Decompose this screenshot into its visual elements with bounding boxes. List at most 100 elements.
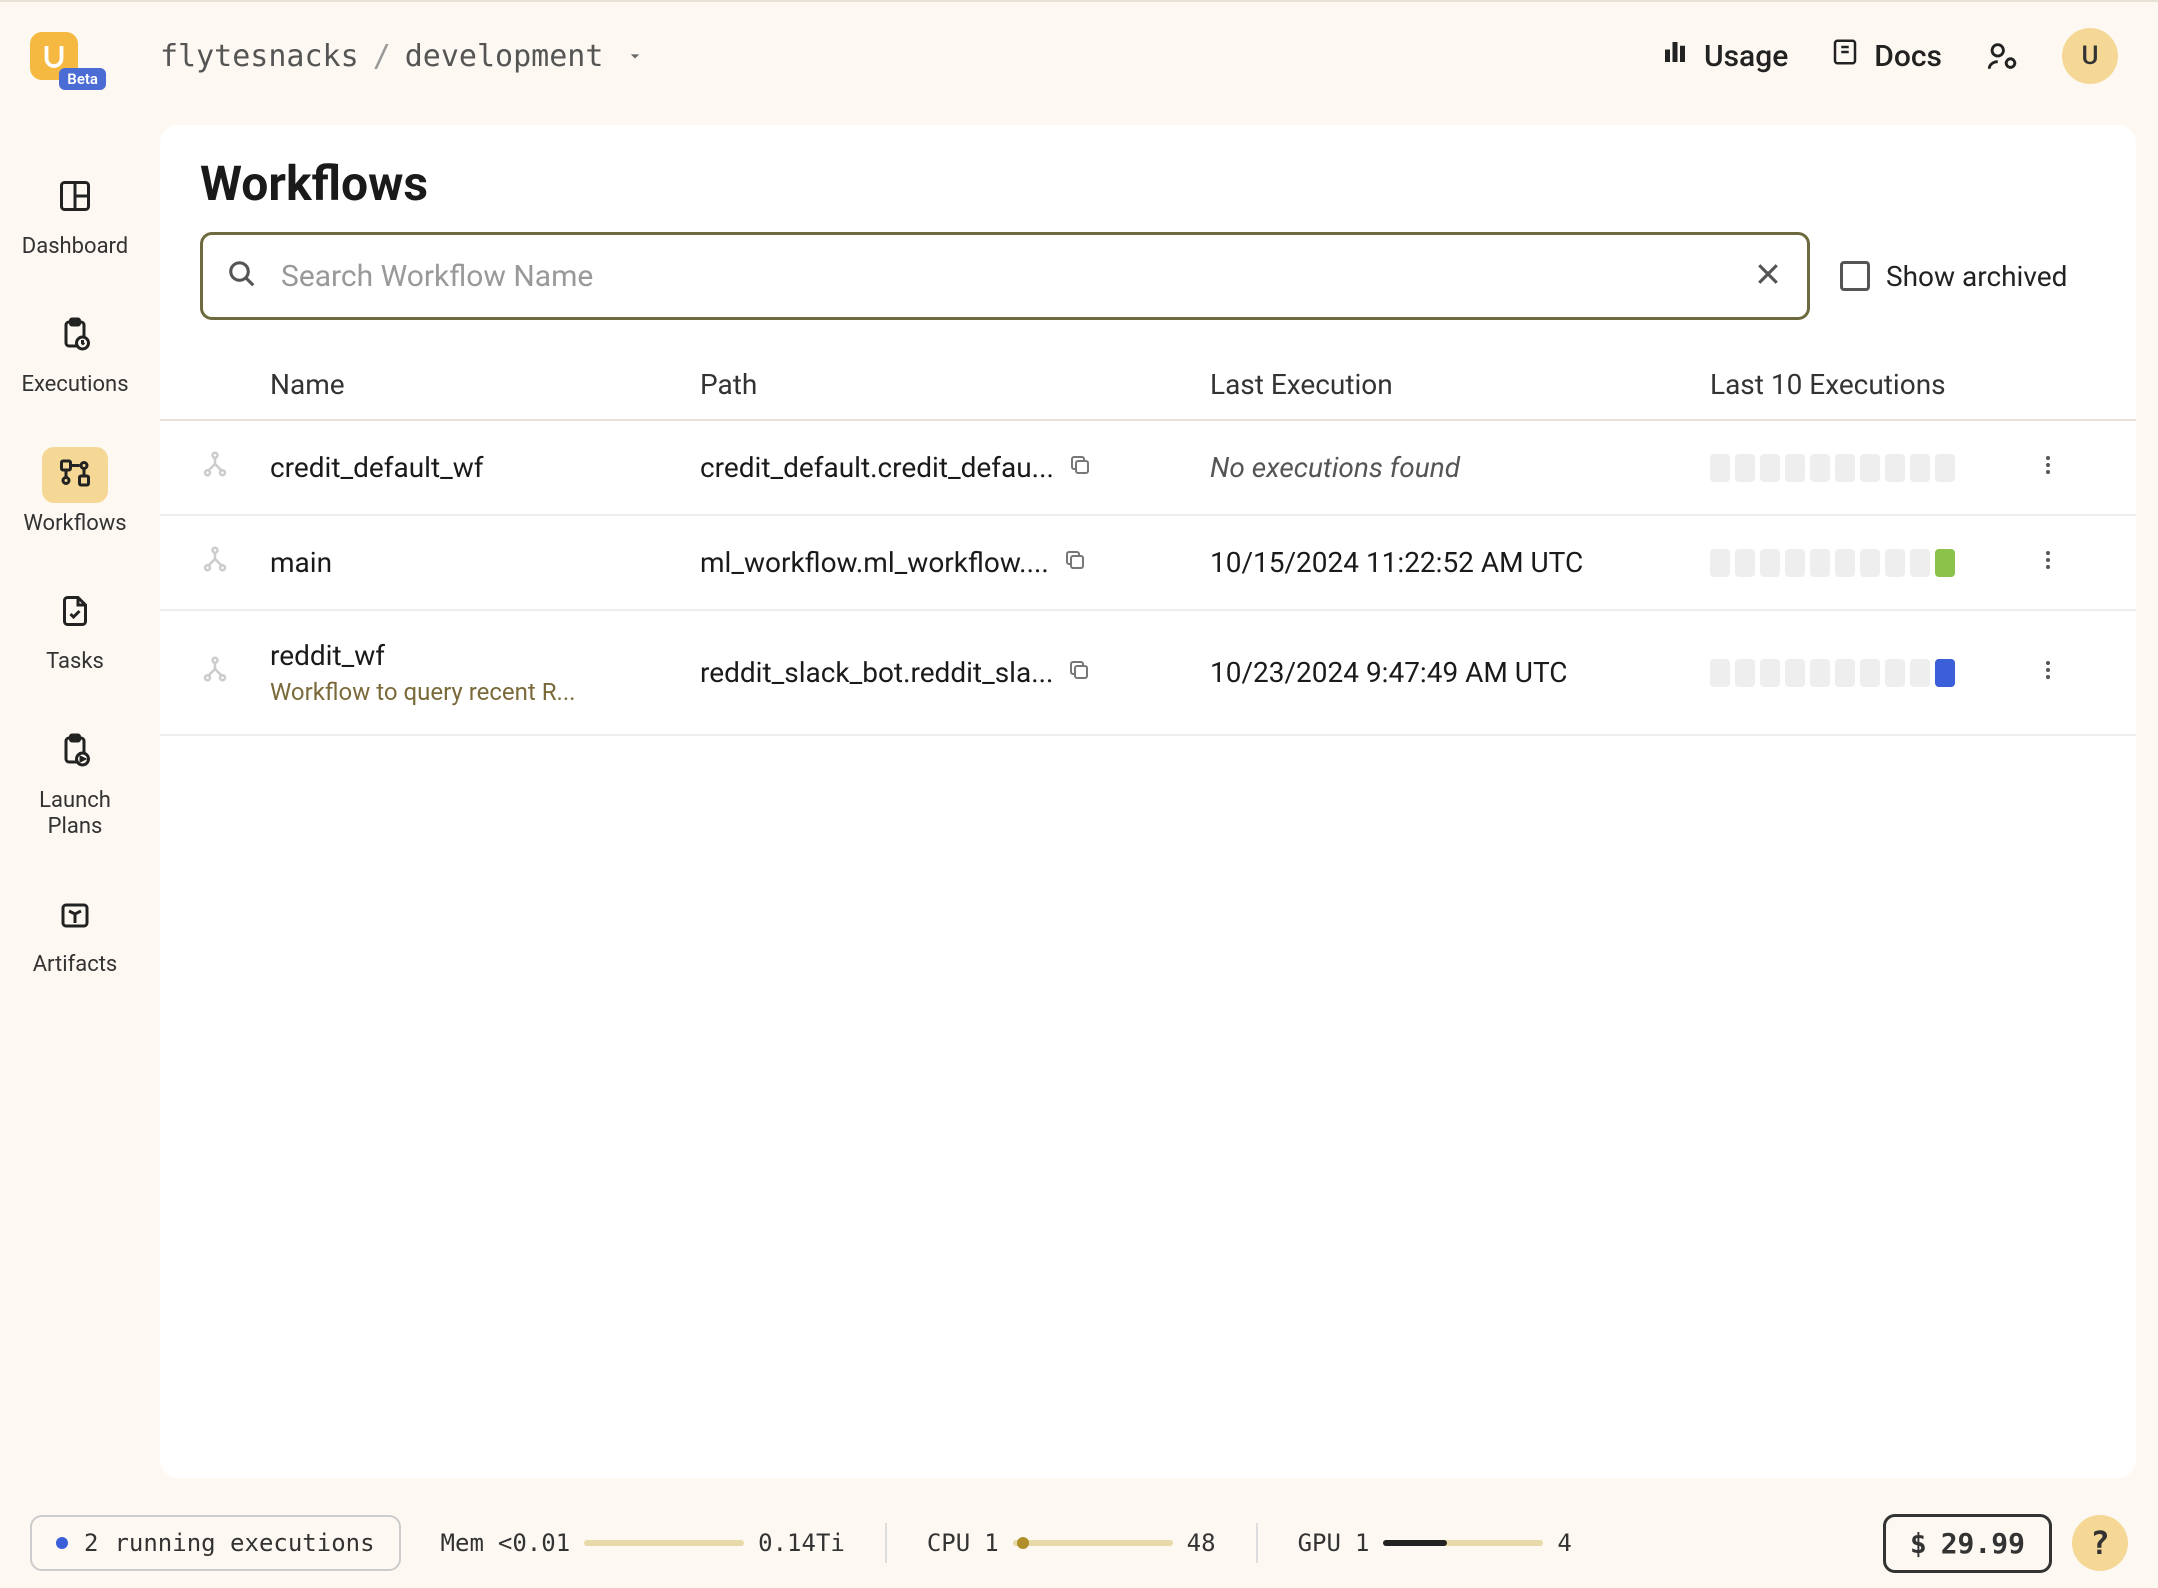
divider bbox=[885, 1523, 887, 1563]
execution-bar bbox=[1835, 549, 1855, 577]
execution-bar bbox=[1760, 549, 1780, 577]
execution-bar bbox=[1935, 454, 1955, 482]
dashboard-icon bbox=[57, 178, 93, 218]
checkbox-icon[interactable] bbox=[1840, 261, 1870, 291]
execution-bar bbox=[1760, 659, 1780, 687]
help-button[interactable]: ? bbox=[2072, 1515, 2128, 1571]
user-settings-icon[interactable] bbox=[1984, 38, 2020, 74]
execution-bar bbox=[1735, 549, 1755, 577]
copy-icon[interactable] bbox=[1067, 656, 1091, 689]
execution-bar bbox=[1710, 659, 1730, 687]
mem-max: 0.14Ti bbox=[758, 1529, 845, 1557]
dollar-icon: $ bbox=[1910, 1527, 1927, 1560]
search-input[interactable] bbox=[281, 259, 1729, 294]
usage-link[interactable]: Usage bbox=[1660, 37, 1788, 75]
cpu-metric: CPU 1 48 bbox=[927, 1529, 1216, 1557]
sidebar-item-launch-plans[interactable]: Launch Plans bbox=[15, 714, 135, 851]
show-archived-toggle[interactable]: Show archived bbox=[1840, 260, 2067, 293]
book-icon bbox=[1830, 37, 1860, 75]
execution-bar bbox=[1935, 659, 1955, 687]
workflow-path: credit_default.credit_defau... bbox=[700, 451, 1054, 484]
execution-bar bbox=[1910, 549, 1930, 577]
cpu-current: 1 bbox=[984, 1529, 998, 1557]
execution-bars bbox=[1710, 659, 2020, 687]
workflow-icon bbox=[200, 654, 270, 691]
last-execution: 10/15/2024 11:22:52 AM UTC bbox=[1210, 546, 1710, 579]
avatar[interactable]: U bbox=[2062, 28, 2118, 84]
workflow-name[interactable]: reddit_wf bbox=[270, 639, 700, 672]
gpu-current: 1 bbox=[1355, 1529, 1369, 1557]
search-box[interactable] bbox=[200, 232, 1810, 320]
breadcrumb-domain[interactable]: development bbox=[405, 39, 604, 74]
execution-bar bbox=[1835, 659, 1855, 687]
workflow-path: reddit_slack_bot.reddit_sla... bbox=[700, 656, 1053, 689]
sidebar-item-workflows[interactable]: Workflows bbox=[15, 437, 135, 547]
cpu-max: 48 bbox=[1187, 1529, 1216, 1557]
header-name: Name bbox=[270, 368, 700, 401]
execution-bar bbox=[1735, 659, 1755, 687]
execution-bar bbox=[1810, 549, 1830, 577]
docs-link[interactable]: Docs bbox=[1830, 37, 1942, 75]
workflow-icon bbox=[57, 455, 93, 495]
cost-button[interactable]: $ 29.99 bbox=[1883, 1514, 2052, 1573]
execution-bar bbox=[1810, 659, 1830, 687]
workflow-path: ml_workflow.ml_workflow.... bbox=[700, 546, 1049, 579]
row-menu-icon[interactable] bbox=[2036, 656, 2096, 689]
sidebar: Dashboard Executions Workflows Tasks Lau… bbox=[0, 110, 150, 1498]
search-icon bbox=[227, 259, 257, 293]
execution-bar bbox=[1910, 659, 1930, 687]
sidebar-item-dashboard[interactable]: Dashboard bbox=[15, 160, 135, 270]
execution-bar bbox=[1785, 659, 1805, 687]
execution-bar bbox=[1710, 454, 1730, 482]
execution-bar bbox=[1710, 549, 1730, 577]
running-executions-pill[interactable]: 2 running executions bbox=[30, 1515, 401, 1571]
row-menu-icon[interactable] bbox=[2036, 451, 2096, 484]
gpu-bar bbox=[1383, 1540, 1543, 1546]
breadcrumb-project[interactable]: flytesnacks bbox=[160, 39, 359, 74]
running-count: 2 bbox=[84, 1529, 98, 1557]
topbar: Beta flytesnacks / development Usage Doc… bbox=[0, 0, 2158, 110]
execution-bar bbox=[1885, 659, 1905, 687]
sidebar-item-executions[interactable]: Executions bbox=[15, 298, 135, 408]
copy-icon[interactable] bbox=[1063, 546, 1087, 579]
divider bbox=[1256, 1523, 1258, 1563]
table-row[interactable]: reddit_wf Workflow to query recent R... … bbox=[160, 611, 2136, 736]
last-execution: 10/23/2024 9:47:49 AM UTC bbox=[1210, 656, 1710, 689]
clipboard-clock-icon bbox=[57, 316, 93, 356]
execution-bars bbox=[1710, 454, 2020, 482]
sidebar-item-artifacts[interactable]: Artifacts bbox=[15, 878, 135, 988]
docs-label: Docs bbox=[1874, 39, 1942, 74]
execution-bar bbox=[1860, 549, 1880, 577]
workflow-name[interactable]: main bbox=[270, 546, 700, 579]
execution-bar bbox=[1860, 659, 1880, 687]
execution-bars bbox=[1710, 549, 2020, 577]
table-row[interactable]: credit_default_wf credit_default.credit_… bbox=[160, 421, 2136, 516]
cpu-bar bbox=[1013, 1540, 1173, 1546]
footer: 2 running executions Mem <0.01 0.14Ti CP… bbox=[0, 1498, 2158, 1588]
execution-bar bbox=[1785, 549, 1805, 577]
execution-bar bbox=[1935, 549, 1955, 577]
header-last-10: Last 10 Executions bbox=[1710, 368, 2020, 401]
row-menu-icon[interactable] bbox=[2036, 546, 2096, 579]
clear-search-icon[interactable] bbox=[1753, 259, 1783, 293]
workflow-icon bbox=[200, 544, 270, 581]
usage-label: Usage bbox=[1704, 39, 1788, 74]
status-dot-icon bbox=[56, 1537, 68, 1549]
workflow-name[interactable]: credit_default_wf bbox=[270, 451, 700, 484]
breadcrumb-separator: / bbox=[373, 39, 391, 74]
beta-badge: Beta bbox=[59, 68, 106, 90]
last-execution: No executions found bbox=[1210, 451, 1710, 484]
breadcrumb[interactable]: flytesnacks / development bbox=[160, 39, 645, 74]
sidebar-label: Launch Plans bbox=[15, 788, 135, 841]
sidebar-item-tasks[interactable]: Tasks bbox=[15, 575, 135, 685]
execution-bar bbox=[1785, 454, 1805, 482]
running-label: running executions bbox=[114, 1529, 374, 1557]
gpu-metric: GPU 1 4 bbox=[1298, 1529, 1572, 1557]
logo[interactable]: Beta bbox=[30, 26, 100, 86]
file-check-icon bbox=[57, 593, 93, 633]
execution-bar bbox=[1735, 454, 1755, 482]
table-row[interactable]: main ml_workflow.ml_workflow.... 10/15/2… bbox=[160, 516, 2136, 611]
copy-icon[interactable] bbox=[1068, 451, 1092, 484]
chevron-down-icon[interactable] bbox=[625, 39, 645, 74]
execution-bar bbox=[1860, 454, 1880, 482]
